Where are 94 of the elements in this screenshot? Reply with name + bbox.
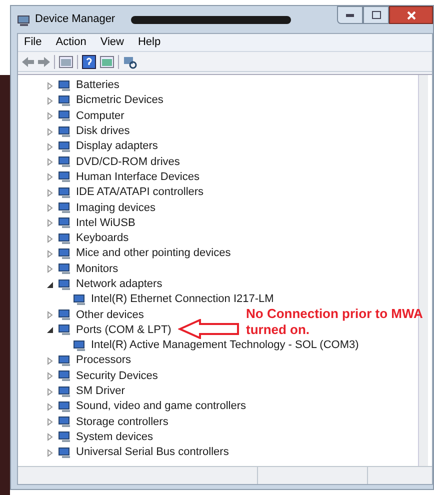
device-icon [58,416,72,428]
expand-arrow-icon[interactable] [46,188,54,197]
device-icon [58,248,72,260]
tree-item[interactable]: SM Driver [76,386,125,398]
tree-item[interactable]: Human Interface Devices [76,172,200,183]
arrow-annotation [178,319,240,339]
tree-item[interactable]: Mice and other pointing devices [76,248,231,260]
properties-icon[interactable] [59,56,73,68]
annotation-text: turned on. [246,322,311,338]
expand-arrow-icon[interactable] [46,158,54,166]
device-icon [58,386,72,398]
tree-item[interactable]: Processors [76,355,132,366]
menu-item[interactable]: Help [138,34,161,51]
menu-item[interactable]: Action [56,34,86,51]
expand-arrow-icon[interactable] [46,356,54,365]
device-icon [58,446,72,459]
expand-arrow-icon[interactable] [46,250,54,258]
device-icon [58,80,72,92]
device-icon [73,340,87,352]
expand-arrow-icon[interactable] [46,173,54,182]
menu-item[interactable]: View [100,34,124,51]
tree-item[interactable]: Batteries [76,80,120,92]
tree-item[interactable]: Storage controllers [76,416,168,428]
tree-item[interactable]: DVD/CD-ROM drives [76,156,180,168]
expand-arrow-icon[interactable] [46,265,54,274]
expand-arrow-icon[interactable] [46,82,54,90]
expand-arrow-icon[interactable] [46,448,54,457]
device-icon [58,186,72,199]
tree-item[interactable]: Keyboards [76,233,129,244]
help-icon[interactable] [82,54,96,68]
device-icon [58,309,72,322]
expand-arrow-icon[interactable] [46,96,54,105]
expand-arrow-icon[interactable] [46,128,54,136]
device-icon [58,370,72,382]
expand-arrow-icon[interactable] [46,204,54,212]
expand-arrow-icon[interactable] [46,311,54,320]
annotation-text: No Connection prior to MWA [246,306,423,322]
device-icon [58,217,72,230]
device-icon [58,263,72,276]
device-icon [58,278,72,290]
tree-item[interactable]: Computer [76,110,124,122]
device-icon [58,140,72,153]
tree-item[interactable]: System devices [76,432,154,443]
expand-arrow-icon[interactable] [46,142,54,151]
device-icon [58,126,72,138]
minimize-button[interactable] [337,6,363,24]
device-icon [58,324,72,336]
close-button[interactable] [389,6,433,24]
tree-item[interactable]: Monitors [76,264,118,275]
window-title: Device Manager [35,12,116,28]
computer-icon [17,14,31,26]
device-icon [58,431,72,444]
close-icon [406,10,416,20]
tree-item[interactable]: Other devices [76,310,144,321]
expand-arrow-icon[interactable] [46,418,54,426]
device-icon [58,202,72,214]
device-icon [58,232,72,245]
device-icon [73,294,87,306]
menu-item[interactable]: File [24,34,42,51]
expand-arrow-icon[interactable] [46,234,54,243]
collapse-arrow-icon[interactable] [46,326,54,334]
device-icon [58,171,72,184]
collapse-arrow-icon[interactable] [46,280,54,288]
tree-item[interactable]: IDE ATA/ATAPI controllers [76,187,204,198]
tree-item[interactable]: Disk drives [76,126,130,138]
maximize-button[interactable] [363,6,389,24]
tree-item[interactable]: Ports (COM & LPT) [76,324,172,336]
minimize-icon [346,14,354,16]
tree-item[interactable]: Sound, video and game controllers [76,401,246,412]
update-driver-icon[interactable] [100,56,114,68]
forward-icon[interactable] [38,56,50,66]
maximize-icon [372,11,380,19]
device-icon [58,400,72,413]
expand-arrow-icon[interactable] [46,112,54,120]
device-icon [58,156,72,168]
back-icon[interactable] [22,56,34,66]
tree-item[interactable]: Universal Serial Bus controllers [76,447,229,458]
expand-arrow-icon[interactable] [46,372,54,380]
expand-arrow-icon[interactable] [46,219,54,228]
scan-hardware-icon[interactable] [123,54,137,68]
tree-item[interactable]: Imaging devices [76,202,156,214]
expand-arrow-icon[interactable] [46,402,54,411]
tree-item[interactable]: Intel(R) Active Management Technology - SOL (COM3) [91,340,359,352]
tree-item[interactable]: Network adapters [76,279,162,290]
tree-item[interactable]: Bicmetric Devices [76,95,164,106]
device-icon [58,354,72,367]
device-icon [58,110,72,122]
tree-item[interactable]: Display adapters [76,141,158,152]
tree-item[interactable]: Intel(R) Ethernet Connection I217-LM [91,294,274,306]
expand-arrow-icon[interactable] [46,388,54,396]
tree-item[interactable]: Security Devices [76,370,158,382]
expand-arrow-icon[interactable] [46,433,54,442]
tree-item[interactable]: Intel WiUSB [76,218,136,229]
device-icon [58,94,72,107]
